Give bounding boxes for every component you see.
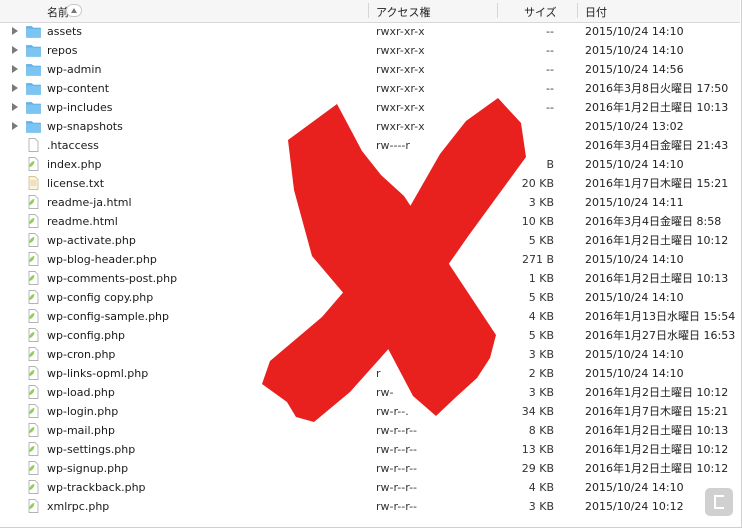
red-x-mark-icon xyxy=(262,98,526,422)
file-browser-window: 名前 アクセス権 サイズ 日付 assets rwxr-xr-x -- 2015/10… xyxy=(0,0,742,528)
app-badge-icon xyxy=(705,488,733,516)
